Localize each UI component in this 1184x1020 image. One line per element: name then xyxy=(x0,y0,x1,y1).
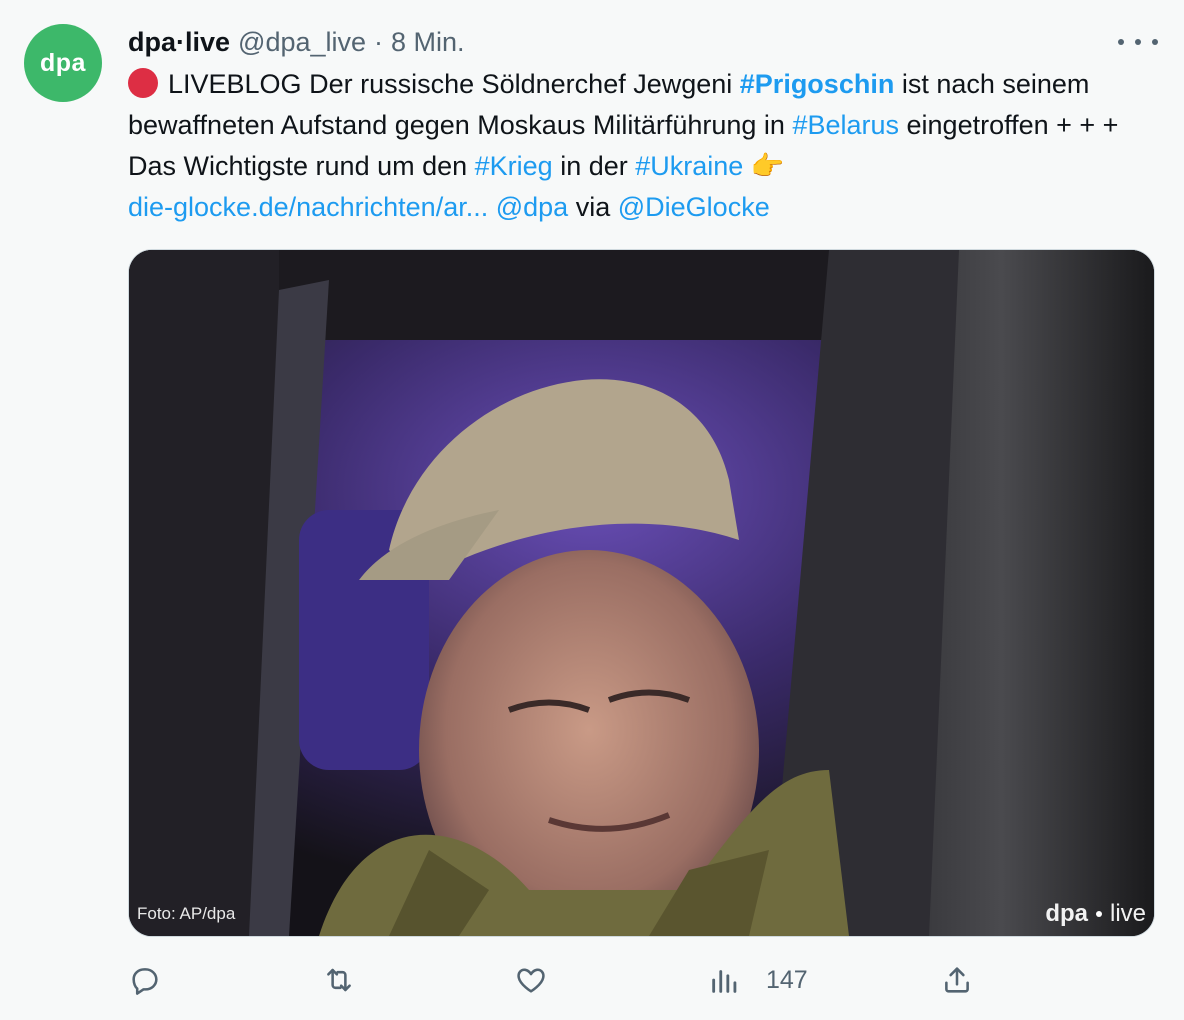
tweet-text: LIVEBLOG Der russische Söldnerchef Jewge… xyxy=(128,64,1148,228)
tweet-header: dpa·live @dpa_live · 8 Min. xyxy=(128,24,465,60)
red-circle-icon xyxy=(128,68,158,98)
hashtag-prigoschin[interactable]: #Prigoschin xyxy=(740,69,895,99)
tweet[interactable]: dpa dpa·live @dpa_live · 8 Min. LIVEBLOG… xyxy=(0,0,1184,1020)
mention-dpa[interactable]: @dpa xyxy=(496,192,568,222)
retweet-icon xyxy=(327,968,351,992)
watermark-dot xyxy=(1095,911,1102,917)
avatar[interactable]: dpa xyxy=(24,24,102,102)
text-segment: in der xyxy=(552,151,636,181)
reply-button[interactable] xyxy=(128,956,162,1004)
timestamp[interactable]: 8 Min. xyxy=(391,27,465,58)
pointing-hand-icon: 👉 xyxy=(750,151,785,181)
watermark-dpa: dpa xyxy=(1045,900,1088,927)
views-count: 147 xyxy=(766,965,808,994)
article-link[interactable]: die-glocke.de/nachrichten/ar... xyxy=(128,192,488,222)
watermark-live: live xyxy=(1109,900,1146,927)
tweet-actions: 147 xyxy=(128,956,988,1004)
analytics-icon xyxy=(712,970,737,993)
text-segment: via xyxy=(575,192,611,222)
like-button[interactable] xyxy=(514,956,548,1004)
avatar-logo-text: dpa xyxy=(40,48,86,77)
reply-icon xyxy=(132,968,158,995)
more-dot xyxy=(1118,39,1124,45)
more-dot xyxy=(1135,39,1141,45)
retweet-button[interactable] xyxy=(322,956,356,1004)
more-options-icon[interactable] xyxy=(1118,26,1158,58)
mention-dieglocke[interactable]: @DieGlocke xyxy=(618,192,770,222)
hashtag-belarus[interactable]: #Belarus xyxy=(792,110,899,140)
author-name[interactable]: dpa·live xyxy=(128,27,230,58)
author-handle[interactable]: @dpa_live xyxy=(238,27,366,58)
photo-image xyxy=(129,250,1154,936)
text-segment: LIVEBLOG Der russische Söldnerchef Jewge… xyxy=(168,69,740,99)
photo-watermark: dpa live xyxy=(1045,900,1146,928)
photo-credit: Foto: AP/dpa xyxy=(137,904,236,923)
tweet-photo[interactable]: Foto: AP/dpa dpa live xyxy=(128,249,1155,937)
share-button[interactable] xyxy=(940,956,974,1004)
hashtag-ukraine[interactable]: #Ukraine xyxy=(635,151,743,181)
share-icon xyxy=(945,967,969,993)
separator-dot: · xyxy=(374,26,384,57)
heart-icon xyxy=(517,968,545,993)
more-dot xyxy=(1152,39,1158,45)
hashtag-krieg[interactable]: #Krieg xyxy=(475,151,553,181)
views-button[interactable]: 147 xyxy=(708,956,808,1004)
